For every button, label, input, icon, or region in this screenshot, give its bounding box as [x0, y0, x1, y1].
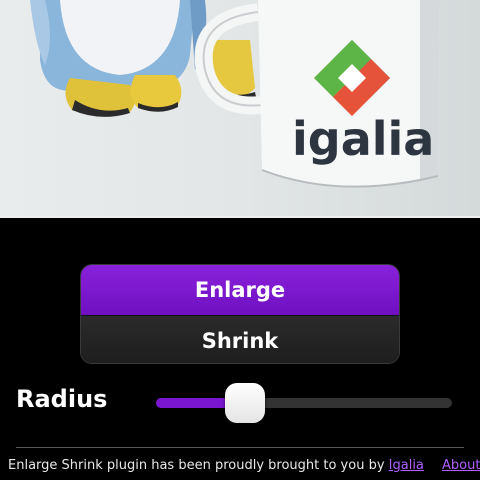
shrink-button[interactable]: Shrink: [81, 315, 399, 363]
igalia-link[interactable]: Igalia: [389, 458, 424, 473]
footer-divider: [16, 447, 464, 448]
footer-credit: Enlarge Shrink plugin has been proudly b…: [8, 458, 424, 473]
footer-text: Enlarge Shrink plugin has been proudly b…: [8, 458, 389, 473]
photo-border: [0, 216, 480, 218]
radius-slider[interactable]: [156, 383, 452, 423]
enlarge-shrink-toggle: Enlarge Shrink: [80, 264, 400, 364]
enlarge-button[interactable]: Enlarge: [81, 265, 399, 315]
penguin-mug-image: igalia: [30, 0, 440, 188]
radius-label: Radius: [16, 385, 108, 413]
mug-logo-text: igalia: [292, 112, 434, 166]
preview-photo: igalia: [0, 0, 480, 218]
about-link[interactable]: About: [442, 458, 480, 473]
radius-slider-thumb[interactable]: [224, 383, 265, 423]
